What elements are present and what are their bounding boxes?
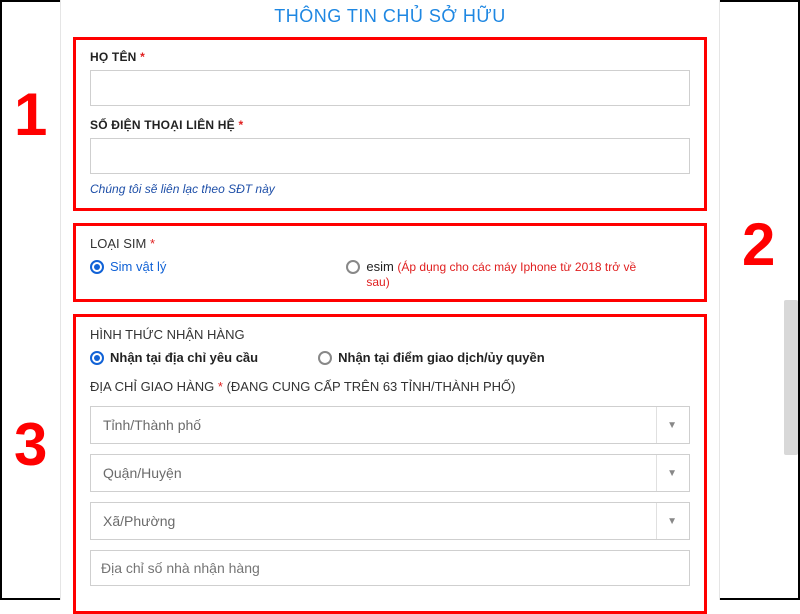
radio-label: esim (366, 259, 393, 274)
form-panel: THÔNG TIN CHỦ SỞ HỮU HỌ TÊN * SỐ ĐIỆN TH… (60, 0, 720, 600)
annotation-2: 2 (742, 210, 775, 279)
radio-label: Sim vật lý (110, 259, 166, 274)
radio-sim-physical[interactable]: Sim vật lý (90, 259, 166, 274)
radio-icon (90, 260, 104, 274)
ward-select[interactable]: Xã/Phường ▼ (90, 502, 690, 540)
sim-label: LOẠI SIM * (90, 236, 690, 251)
name-label-text: HỌ TÊN (90, 50, 137, 64)
name-label: HỌ TÊN * (90, 50, 690, 64)
annotation-1: 1 (14, 80, 47, 149)
select-placeholder: Tỉnh/Thành phố (103, 417, 201, 433)
sim-radio-group: Sim vật lý esim (Áp dụng cho các máy Iph… (90, 259, 690, 289)
phone-input[interactable] (90, 138, 690, 174)
delivery-radio-group: Nhận tại địa chỉ yêu cầu Nhận tại điểm g… (90, 350, 690, 365)
address-label-text: ĐỊA CHỈ GIAO HÀNG (90, 379, 214, 394)
select-placeholder: Xã/Phường (103, 513, 175, 529)
sim-label-text: LOẠI SIM (90, 236, 146, 251)
section-delivery: HÌNH THỨC NHẬN HÀNG Nhận tại địa chỉ yêu… (73, 314, 707, 614)
required-mark: * (150, 236, 155, 251)
phone-label: SỐ ĐIỆN THOẠI LIÊN HỆ * (90, 118, 690, 132)
select-placeholder: Quận/Huyện (103, 465, 182, 481)
district-select[interactable]: Quận/Huyện ▼ (90, 454, 690, 492)
address-suffix: (ĐANG CUNG CẤP TRÊN 63 TỈNH/THÀNH PHỐ) (227, 379, 516, 394)
phone-hint: Chúng tôi sẽ liên lạc theo SĐT này (90, 182, 690, 196)
radio-delivery-store[interactable]: Nhận tại điểm giao dịch/ủy quyền (318, 350, 545, 365)
section-sim: LOẠI SIM * Sim vật lý esim (Áp dụng cho … (73, 223, 707, 302)
chevron-down-icon: ▼ (656, 407, 677, 443)
radio-icon (318, 351, 332, 365)
delivery-heading: HÌNH THỨC NHẬN HÀNG (90, 327, 690, 342)
chevron-down-icon: ▼ (656, 503, 677, 539)
required-mark: * (140, 50, 145, 64)
radio-label: Nhận tại điểm giao dịch/ủy quyền (338, 350, 545, 365)
radio-icon (346, 260, 360, 274)
scrollbar-thumb[interactable] (784, 300, 798, 455)
address-label: ĐỊA CHỈ GIAO HÀNG * (ĐANG CUNG CẤP TRÊN … (90, 379, 690, 394)
section-owner: HỌ TÊN * SỐ ĐIỆN THOẠI LIÊN HỆ * Chúng t… (73, 37, 707, 211)
annotation-3: 3 (14, 410, 47, 479)
radio-label-wrap: esim (Áp dụng cho các máy Iphone từ 2018… (366, 259, 646, 289)
radio-sim-esim[interactable]: esim (Áp dụng cho các máy Iphone từ 2018… (346, 259, 646, 289)
radio-delivery-address[interactable]: Nhận tại địa chỉ yêu cầu (90, 350, 258, 365)
chevron-down-icon: ▼ (656, 455, 677, 491)
esim-note: (Áp dụng cho các máy Iphone từ 2018 trở … (366, 260, 636, 289)
street-input[interactable] (90, 550, 690, 586)
radio-icon (90, 351, 104, 365)
province-select[interactable]: Tỉnh/Thành phố ▼ (90, 406, 690, 444)
required-mark: * (218, 379, 223, 394)
name-input[interactable] (90, 70, 690, 106)
radio-label: Nhận tại địa chỉ yêu cầu (110, 350, 258, 365)
page-title: THÔNG TIN CHỦ SỞ HỮU (73, 0, 707, 37)
phone-label-text: SỐ ĐIỆN THOẠI LIÊN HỆ (90, 118, 235, 132)
required-mark: * (238, 118, 243, 132)
